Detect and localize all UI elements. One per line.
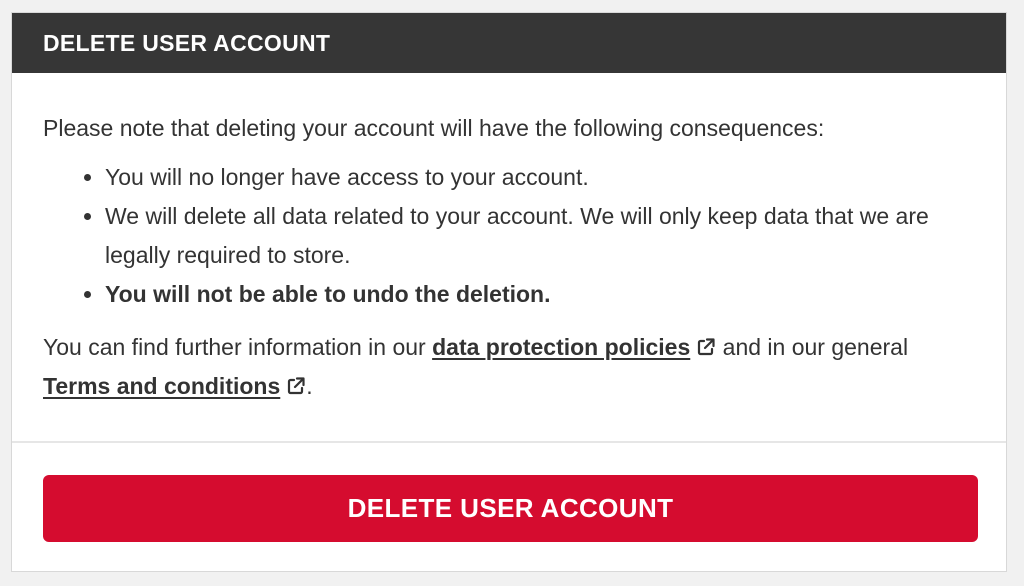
card-body: Please note that deleting your account w… [12, 73, 1006, 441]
data-protection-link[interactable]: data protection policies [432, 334, 690, 360]
card-header: DELETE USER ACCOUNT [12, 13, 1006, 73]
card-footer: DELETE USER ACCOUNT [12, 443, 1006, 571]
info-suffix: . [306, 373, 313, 399]
list-item: We will delete all data related to your … [105, 197, 975, 275]
intro-text: Please note that deleting your account w… [43, 115, 825, 141]
info-prefix: You can find further information in our [43, 334, 433, 360]
external-link-icon [698, 338, 715, 356]
page-title: DELETE USER ACCOUNT [43, 29, 331, 56]
terms-link[interactable]: Terms and conditions [43, 373, 280, 399]
info-middle: and in our general [716, 334, 909, 360]
consequences-list: You will no longer have access to your a… [43, 158, 975, 314]
delete-account-card: DELETE USER ACCOUNT Please note that del… [11, 12, 1007, 572]
list-item: You will no longer have access to your a… [105, 158, 975, 197]
external-link-icon [288, 377, 305, 395]
list-item: You will not be able to undo the deletio… [105, 275, 975, 314]
further-info-text: You can find further information in our … [43, 328, 975, 406]
delete-account-button[interactable]: DELETE USER ACCOUNT [43, 475, 978, 542]
